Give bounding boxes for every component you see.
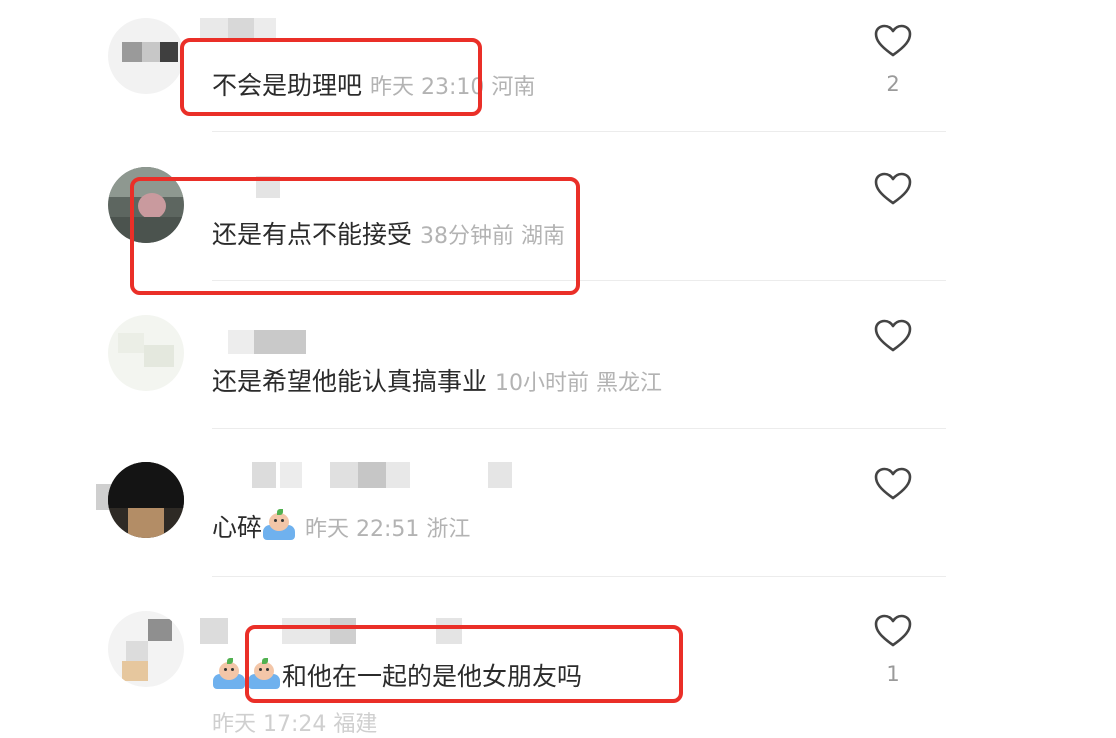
crying-bath-emoji-icon — [262, 509, 296, 541]
divider — [212, 576, 946, 577]
crying-bath-emoji-icon — [212, 658, 246, 690]
heart-outline-icon — [874, 24, 912, 57]
comment-time: 昨天 22:51 — [305, 517, 420, 542]
divider — [212, 428, 946, 429]
comment-time: 10小时前 — [495, 371, 590, 396]
like-count: 2 — [886, 72, 900, 96]
like-button[interactable] — [874, 319, 912, 353]
like-button[interactable] — [874, 172, 912, 206]
highlight-box — [180, 38, 482, 116]
like-count: 1 — [886, 662, 900, 686]
comment-text: 还是希望他能认真搞事业 10小时前 黑龙江 — [212, 365, 662, 401]
like-button[interactable] — [874, 614, 912, 648]
highlight-box — [130, 177, 580, 295]
avatar[interactable] — [108, 462, 184, 538]
avatar[interactable] — [108, 315, 184, 391]
comment-location: 浙江 — [426, 517, 471, 542]
comment-time-partial: 昨天 17:24 福建 — [212, 712, 378, 737]
username[interactable] — [200, 462, 530, 490]
comment-content: 还是希望他能认真搞事业 — [212, 367, 488, 396]
heart-outline-icon — [874, 172, 912, 205]
heart-outline-icon — [874, 319, 912, 352]
username[interactable] — [200, 328, 310, 356]
heart-outline-icon — [874, 614, 912, 647]
comment-text: 心碎 昨天 22:51 浙江 — [212, 509, 471, 547]
avatar[interactable] — [108, 611, 184, 687]
comment-content: 心碎 — [212, 513, 263, 542]
divider — [212, 131, 946, 132]
heart-outline-icon — [874, 467, 912, 500]
avatar[interactable] — [108, 18, 184, 94]
comment-location: 黑龙江 — [596, 371, 663, 396]
like-button[interactable] — [874, 24, 912, 58]
like-button[interactable] — [874, 467, 912, 501]
comment-location: 河南 — [491, 75, 536, 100]
highlight-box — [245, 625, 683, 703]
